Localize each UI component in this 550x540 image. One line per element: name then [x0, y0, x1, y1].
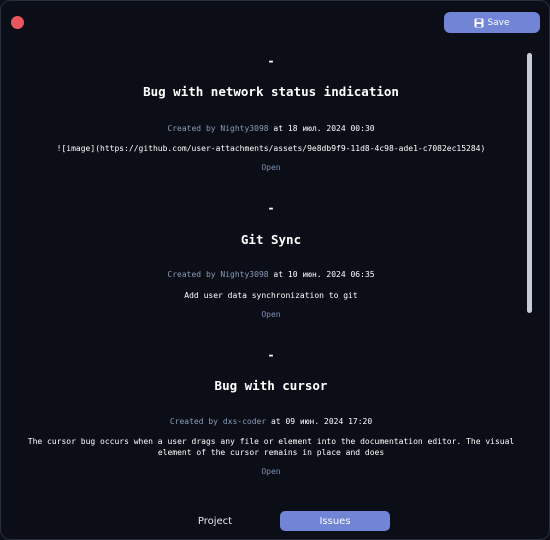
issue-separator: -	[267, 348, 275, 362]
issue-meta: Created by Nighty3098 at 18 июл. 2024 00…	[1, 124, 541, 133]
issue-date: 18 июл. 2024 00:30	[287, 124, 375, 133]
issue-body: The cursor bug occurs when a user drags …	[27, 437, 515, 457]
at-label: at	[271, 417, 281, 426]
app-window: Save - Bug with network status indicatio…	[0, 0, 550, 540]
issue-date: 09 июн. 2024 17:20	[285, 417, 373, 426]
created-by-label: Created by	[169, 417, 218, 426]
at-label: at	[273, 270, 284, 279]
created-by-label: Created by	[167, 124, 216, 133]
close-window-button[interactable]	[11, 16, 24, 29]
issue-open-link[interactable]: Open	[1, 467, 541, 476]
scrollbar-thumb[interactable]	[527, 53, 532, 313]
issue-open-link[interactable]: Open	[1, 163, 541, 172]
issue-author: dxs-coder	[222, 417, 267, 426]
tab-project[interactable]: Project	[167, 511, 263, 531]
issue-title: Bug with network status indication	[143, 84, 399, 99]
issue-body: Add user data synchronization to git	[184, 291, 358, 300]
issue-author: Nighty3098	[220, 270, 269, 279]
issue-separator: -	[267, 54, 275, 68]
issue-meta: Created by Nighty3098 at 10 июн. 2024 06…	[1, 270, 541, 279]
save-button[interactable]: Save	[444, 12, 540, 33]
issue-open-link[interactable]: Open	[1, 310, 541, 319]
issue-author: Nighty3098	[220, 124, 269, 133]
bottom-tab-bar: Project Issues	[1, 511, 549, 532]
tab-issues[interactable]: Issues	[280, 511, 390, 531]
issue-date: 10 июн. 2024 06:35	[287, 270, 375, 279]
issue-separator: -	[267, 201, 275, 215]
save-icon	[474, 18, 484, 27]
issue-title: Bug with cursor	[214, 378, 328, 393]
issue-body: ![image](https://github.com/user-attachm…	[56, 144, 486, 153]
issue-meta: Created by dxs-coder at 09 июн. 2024 17:…	[1, 417, 541, 426]
issue-title: Git Sync	[240, 232, 302, 247]
at-label: at	[273, 124, 284, 133]
created-by-label: Created by	[167, 270, 216, 279]
save-button-label: Save	[487, 17, 510, 28]
